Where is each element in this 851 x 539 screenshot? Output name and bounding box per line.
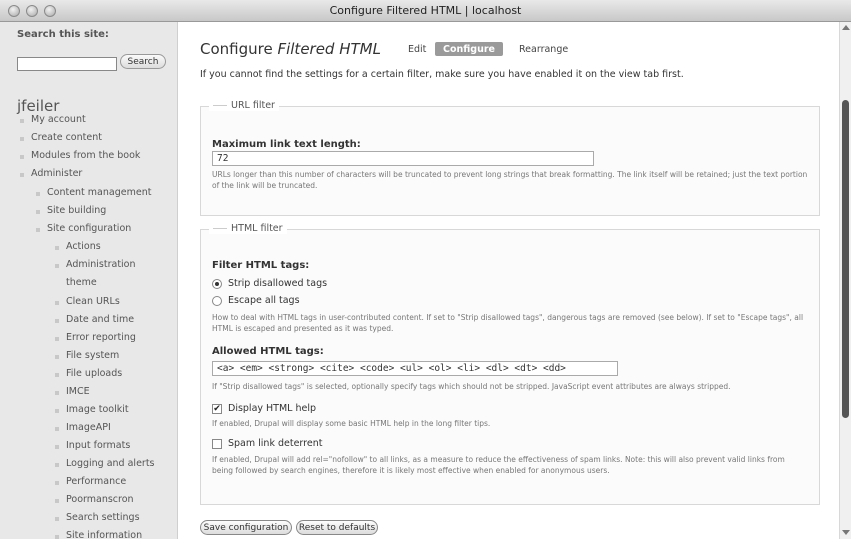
reset-to-defaults-button[interactable]: Reset to defaults [296, 520, 378, 535]
radio-selected[interactable] [212, 278, 222, 289]
url-filter-legend: URL filter [209, 100, 279, 111]
display-html-help-option[interactable]: ✔ Display HTML help [212, 403, 316, 414]
display-html-help-description: If enabled, Drupal will display some bas… [212, 419, 491, 428]
bullet-icon [20, 119, 24, 123]
spam-link-deterrent-option[interactable]: Spam link deterrent [212, 438, 322, 449]
bullet-icon [55, 517, 59, 521]
scroll-down-arrow-icon[interactable] [842, 530, 850, 535]
bullet-icon [55, 409, 59, 413]
allowed-html-tags-input[interactable] [212, 361, 618, 376]
bullet-icon [55, 499, 59, 503]
sidebar-item-error-reporting[interactable]: Error reporting [66, 332, 136, 343]
max-link-length-label: Maximum link text length: [212, 139, 361, 150]
page-title-format: Filtered HTML [277, 40, 381, 58]
bullet-icon [55, 301, 59, 305]
sidebar-item-administer[interactable]: Administer [31, 168, 82, 179]
html-filter-fieldset: HTML filter Filter HTML tags: Strip disa… [200, 223, 820, 505]
sidebar-item-logging-and-alerts[interactable]: Logging and alerts [66, 458, 155, 469]
scrollbar-thumb[interactable] [842, 100, 849, 418]
sidebar: Search this site: Search jfeiler My acco… [0, 22, 178, 539]
escape-all-tags-label: Escape all tags [228, 295, 300, 306]
page-title: Configure Filtered HTML [200, 40, 381, 58]
html-filter-legend-text: HTML filter [231, 223, 283, 234]
sidebar-item-imce[interactable]: IMCE [66, 386, 90, 397]
bullet-icon [36, 210, 40, 214]
tab-edit[interactable]: Edit [400, 42, 434, 56]
checkbox-checked[interactable]: ✔ [212, 403, 222, 414]
legend-dash [213, 105, 227, 106]
legend-dash [213, 228, 227, 229]
max-link-length-description: URLs longer than this number of characte… [212, 170, 808, 190]
bullet-icon [55, 535, 59, 539]
sidebar-item-clean-urls[interactable]: Clean URLs [66, 296, 120, 307]
bullet-icon [55, 373, 59, 377]
sidebar-item-poormanscron[interactable]: Poormanscron [66, 494, 134, 505]
url-filter-legend-text: URL filter [231, 100, 275, 111]
spam-link-deterrent-description: If enabled, Drupal will add rel="nofollo… [212, 455, 785, 475]
bullet-icon [20, 173, 24, 177]
bullet-icon [36, 192, 40, 196]
checkbox-unchecked[interactable] [212, 438, 222, 449]
vertical-scrollbar[interactable] [839, 22, 851, 539]
strip-disallowed-tags-option[interactable]: Strip disallowed tags [212, 278, 327, 289]
intro-text: If you cannot find the settings for a ce… [200, 69, 684, 80]
bullet-icon [55, 427, 59, 431]
allowed-html-tags-description: If "Strip disallowed tags" is selected, … [212, 382, 731, 391]
bullet-icon [55, 337, 59, 341]
filter-html-tags-label: Filter HTML tags: [212, 260, 310, 271]
sidebar-item-input-formats[interactable]: Input formats [66, 440, 130, 451]
strip-disallowed-tags-label: Strip disallowed tags [228, 278, 328, 289]
bullet-icon [55, 246, 59, 250]
search-button[interactable]: Search [120, 54, 166, 69]
sidebar-item-site-building[interactable]: Site building [47, 205, 106, 216]
sidebar-item-actions[interactable]: Actions [66, 241, 101, 252]
sidebar-item-site-configuration[interactable]: Site configuration [47, 223, 131, 234]
tab-configure[interactable]: Configure [435, 42, 503, 56]
sidebar-item-my-account[interactable]: My account [31, 114, 86, 125]
search-label: Search this site: [17, 29, 109, 40]
sidebar-item-administration-theme[interactable]: theme [66, 277, 97, 288]
bullet-icon [55, 391, 59, 395]
radio-unselected[interactable] [212, 295, 222, 306]
save-configuration-button[interactable]: Save configuration [200, 520, 292, 535]
sidebar-item-date-and-time[interactable]: Date and time [66, 314, 134, 325]
sidebar-item-file-system[interactable]: File system [66, 350, 119, 361]
sidebar-item-search-settings[interactable]: Search settings [66, 512, 140, 523]
spam-link-deterrent-label: Spam link deterrent [228, 438, 323, 449]
display-html-help-label: Display HTML help [228, 403, 317, 414]
escape-all-tags-option[interactable]: Escape all tags [212, 295, 300, 306]
username-heading: jfeiler [17, 97, 60, 115]
sidebar-item-performance[interactable]: Performance [66, 476, 126, 487]
filter-html-description: How to deal with HTML tags in user-contr… [212, 313, 804, 333]
sidebar-item-imageapi[interactable]: ImageAPI [66, 422, 111, 433]
tab-rearrange[interactable]: Rearrange [511, 42, 576, 56]
bullet-icon [55, 319, 59, 323]
bullet-icon [20, 137, 24, 141]
allowed-html-tags-label: Allowed HTML tags: [212, 346, 324, 357]
page-title-prefix: Configure [200, 40, 278, 58]
sidebar-item-image-toolkit[interactable]: Image toolkit [66, 404, 129, 415]
bullet-icon [20, 155, 24, 159]
url-filter-fieldset: URL filter Maximum link text length: URL… [200, 100, 820, 216]
sidebar-item-file-uploads[interactable]: File uploads [66, 368, 122, 379]
window-titlebar: Configure Filtered HTML | localhost [0, 0, 851, 22]
html-filter-legend: HTML filter [209, 223, 287, 234]
bullet-icon [55, 445, 59, 449]
bullet-icon [55, 355, 59, 359]
sidebar-item-content-management[interactable]: Content management [47, 187, 151, 198]
scroll-up-arrow-icon[interactable] [842, 25, 850, 30]
max-link-length-input[interactable] [212, 151, 594, 166]
sidebar-item-administration[interactable]: Administration [66, 259, 136, 270]
main-content: Configure Filtered HTML Edit Configure R… [178, 22, 839, 539]
bullet-icon [55, 463, 59, 467]
window-title: Configure Filtered HTML | localhost [329, 4, 522, 17]
bullet-icon [55, 481, 59, 485]
search-input[interactable] [17, 57, 117, 71]
sidebar-item-site-information[interactable]: Site information [66, 530, 142, 539]
bullet-icon [55, 264, 59, 268]
sidebar-item-create-content[interactable]: Create content [31, 132, 102, 143]
bullet-icon [36, 228, 40, 232]
sidebar-item-modules-from-the-book[interactable]: Modules from the book [31, 150, 140, 161]
